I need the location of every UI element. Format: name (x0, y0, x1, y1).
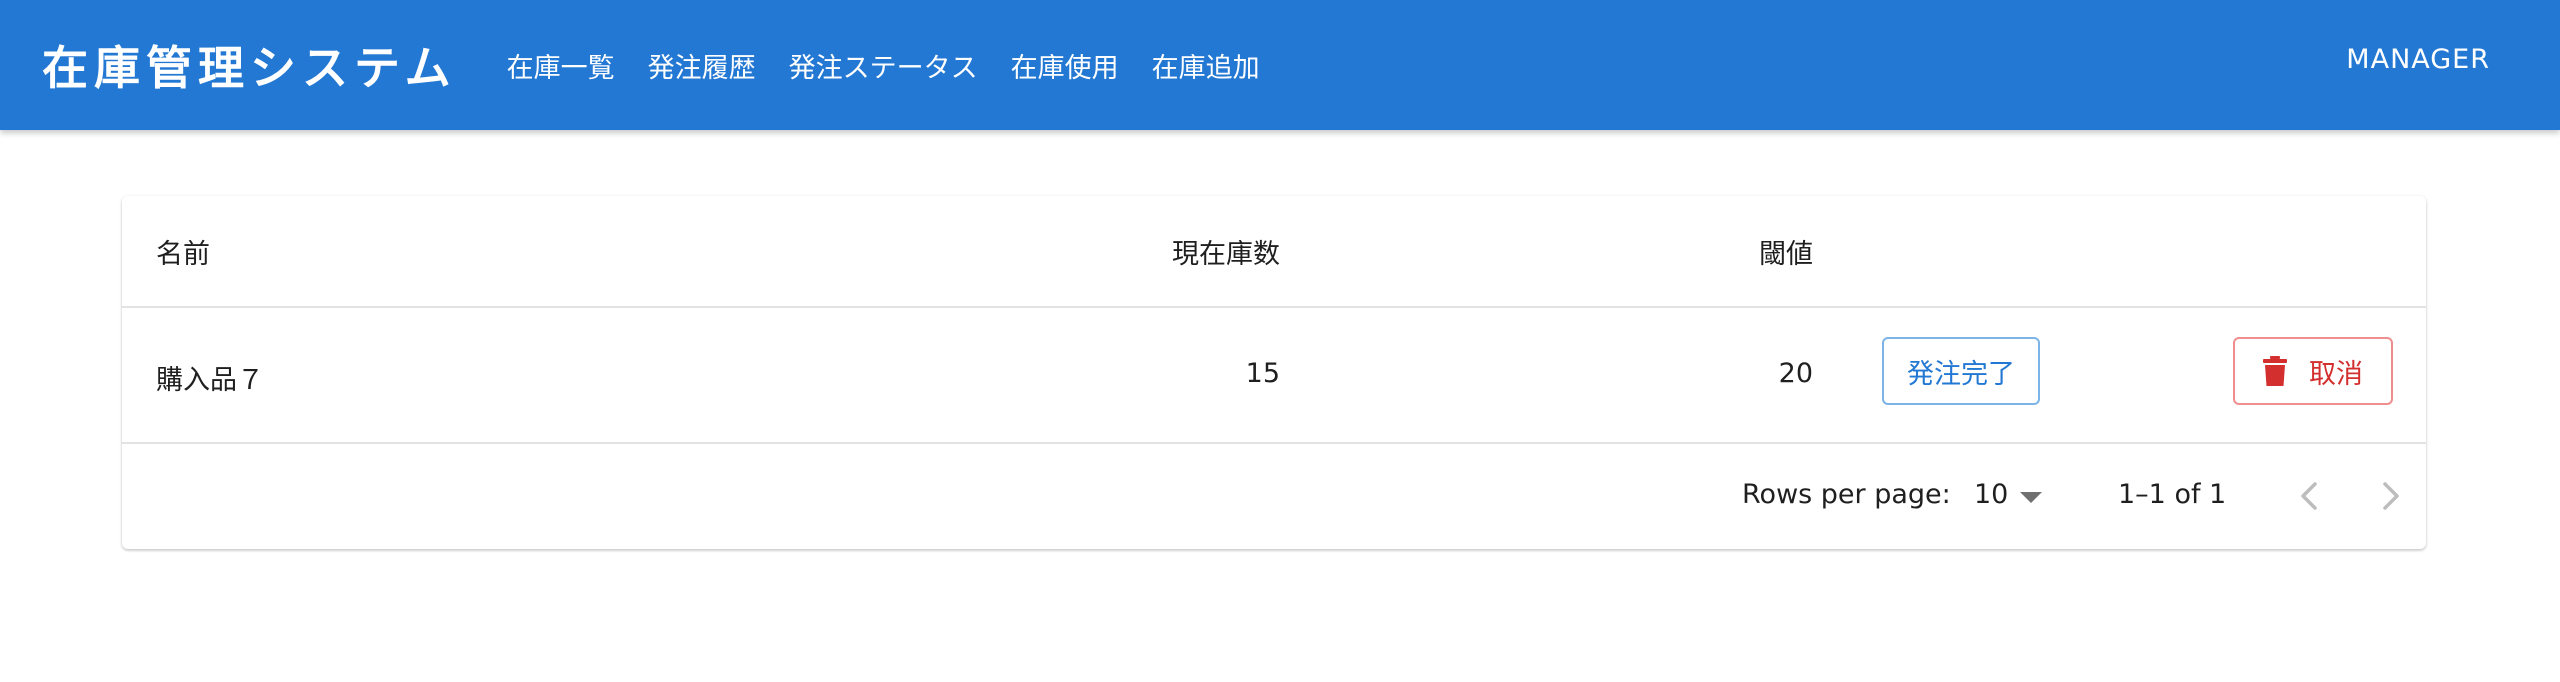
cell-threshold: 20 (1778, 358, 1813, 389)
rows-per-page-select[interactable]: 10 (1974, 479, 2008, 510)
nav-inventory-use[interactable]: 在庫使用 (1011, 46, 1119, 85)
order-complete-label: 発注完了 (1907, 358, 2015, 390)
header-threshold: 閾値 (1759, 239, 1813, 270)
cell-stock: 15 (1245, 358, 1280, 389)
trash-icon (2263, 356, 2287, 386)
table-header-row: 名前 現在庫数 閾値 (122, 196, 2426, 308)
user-role-button[interactable]: MANAGER (2346, 44, 2490, 75)
cancel-label: 取消 (2309, 358, 2363, 390)
header-stock: 現在庫数 (1172, 239, 1280, 270)
table-row: 購入品７ 15 20 発注完了 取消 (122, 308, 2426, 444)
app-bar: 在庫管理システム 在庫一覧 発注履歴 発注ステータス 在庫使用 在庫追加 MAN… (0, 0, 2560, 130)
cell-name: 購入品７ (156, 365, 264, 396)
main-nav: 在庫一覧 発注履歴 発注ステータス 在庫使用 在庫追加 (507, 46, 1293, 85)
pagination-range: 1–1 of 1 (2118, 479, 2227, 510)
rows-per-page-label: Rows per page: (1742, 479, 1951, 510)
caret-down-icon[interactable] (2020, 492, 2042, 504)
app-title[interactable]: 在庫管理システム (42, 32, 457, 98)
nav-order-status[interactable]: 発注ステータス (789, 46, 978, 85)
cancel-button[interactable]: 取消 (2233, 337, 2393, 405)
chevron-right-icon[interactable] (2370, 476, 2410, 516)
inventory-table-card: 名前 現在庫数 閾値 購入品７ 15 20 発注完了 取消 Rows per p… (122, 196, 2426, 549)
order-complete-button[interactable]: 発注完了 (1882, 337, 2040, 405)
nav-inventory-list[interactable]: 在庫一覧 (507, 46, 615, 85)
nav-inventory-add[interactable]: 在庫追加 (1152, 46, 1260, 85)
nav-order-history[interactable]: 発注履歴 (648, 46, 756, 85)
header-name: 名前 (156, 239, 210, 270)
table-pagination: Rows per page: 10 1–1 of 1 (122, 444, 2426, 549)
chevron-left-icon[interactable] (2290, 476, 2330, 516)
